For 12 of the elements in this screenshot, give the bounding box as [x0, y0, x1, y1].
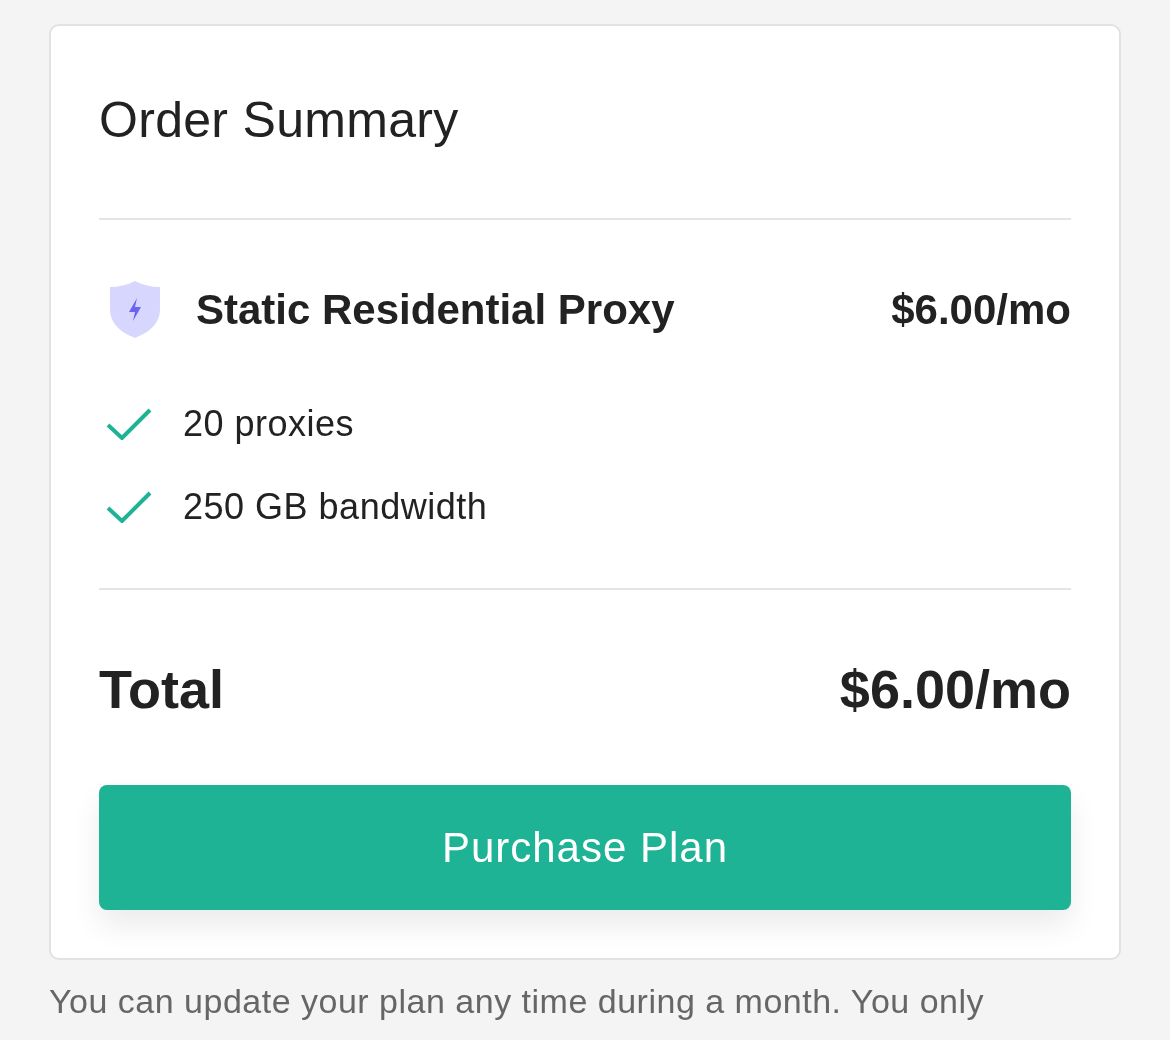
feature-text: 250 GB bandwidth: [183, 485, 488, 529]
shield-lightning-icon: [110, 281, 160, 338]
total-amount: $6.00/mo: [839, 658, 1071, 721]
total-label: Total: [99, 658, 224, 721]
check-icon: [106, 491, 152, 523]
feature-text: 20 proxies: [183, 402, 355, 446]
footnote-text: You can update your plan any time during a month. You only: [49, 981, 986, 1022]
product-name: Static Residential Proxy: [196, 284, 675, 335]
purchase-plan-button[interactable]: Purchase Plan: [99, 785, 1071, 910]
product-price: $6.00/mo: [891, 284, 1071, 335]
check-icon: [106, 408, 152, 440]
card-title: Order Summary: [99, 91, 460, 150]
